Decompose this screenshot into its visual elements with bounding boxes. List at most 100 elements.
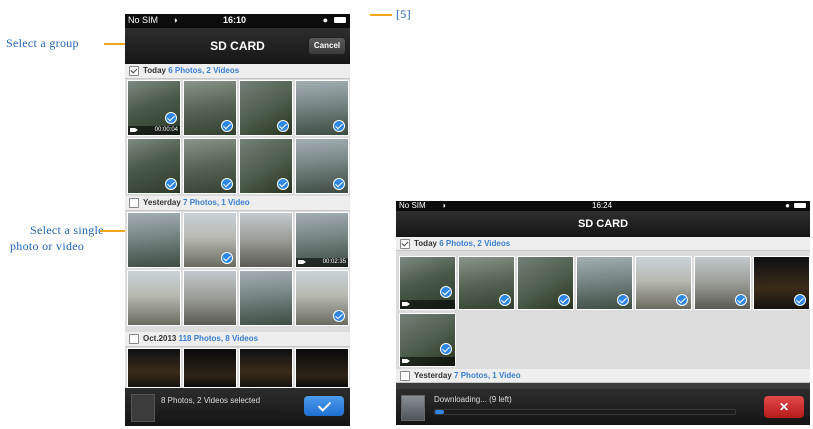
page-title: SD CARD: [577, 218, 629, 230]
section-header-today[interactable]: Today 6 Photos, 2 Videos: [125, 64, 350, 79]
checkmark-icon: [333, 310, 345, 322]
lock-icon: ●: [322, 15, 328, 25]
photo-thumbnail[interactable]: [127, 270, 181, 326]
checkmark-icon: [676, 294, 688, 306]
photo-thumbnail[interactable]: [183, 80, 237, 136]
confirm-button[interactable]: [304, 396, 344, 416]
checkmark-icon: [277, 120, 289, 132]
checkmark-icon: [221, 120, 233, 132]
photo-thumbnail[interactable]: [183, 348, 237, 388]
checkmark-icon: [221, 178, 233, 190]
status-bar: No SIM ◗ 16:10 ●: [125, 14, 350, 28]
wifi-icon: ◗: [442, 201, 447, 210]
photo-thumbnail[interactable]: [239, 138, 293, 194]
section-header-yesterday[interactable]: Yesterday 7 Photos, 1 Video: [125, 196, 350, 211]
download-bar: Downloading... (9 left) ✕: [396, 389, 810, 425]
checkmark-icon: [221, 252, 233, 264]
photo-thumbnail[interactable]: 00:02:35: [295, 212, 349, 268]
photo-thumbnail[interactable]: [458, 256, 515, 310]
checkmark-icon: [277, 178, 289, 190]
section-checkbox[interactable]: [129, 66, 139, 76]
section-header-oct2013[interactable]: Oct.2013 118 Photos, 8 Videos: [125, 332, 350, 347]
photo-thumbnail[interactable]: 00:00:04: [127, 80, 181, 136]
video-info-bar: 00:00:04: [128, 126, 180, 135]
video-info-bar: [400, 357, 455, 366]
video-camera-icon: [402, 359, 410, 363]
selection-thumbnail: [131, 394, 155, 422]
section-checkbox[interactable]: [400, 239, 410, 249]
video-duration: 00:02:35: [322, 259, 346, 265]
checkmark-icon: [794, 294, 806, 306]
video-info-bar: [400, 300, 455, 309]
section-checkbox[interactable]: [400, 371, 410, 381]
video-duration: 00:00:04: [154, 127, 178, 133]
photo-thumbnail[interactable]: [635, 256, 692, 310]
photo-thumbnail[interactable]: [239, 348, 293, 388]
photo-thumbnail[interactable]: [295, 138, 349, 194]
phone-screen-left: No SIM ◗ 16:10 ● SD CARD Cancel Today 6 …: [125, 14, 350, 426]
downloading-text: Downloading... (9 left): [434, 395, 512, 404]
section-title: Today: [143, 66, 166, 75]
checkmark-icon: [333, 178, 345, 190]
carrier-label: No SIM: [399, 201, 426, 210]
selection-track: [161, 410, 281, 414]
section-checkbox[interactable]: [129, 198, 139, 208]
section-count: 7 Photos, 1 Video: [454, 371, 521, 380]
clock: 16:10: [223, 15, 247, 25]
annotation-select-single-1: Select a single: [30, 223, 104, 237]
photo-thumbnail[interactable]: [127, 212, 181, 268]
video-camera-icon: [298, 260, 306, 264]
photo-thumbnail[interactable]: [295, 80, 349, 136]
photo-thumbnail[interactable]: [753, 256, 810, 310]
checkmark-icon: [165, 178, 177, 190]
download-thumbnail: [401, 395, 425, 421]
video-camera-icon: [130, 128, 138, 132]
lock-icon: ●: [785, 201, 790, 210]
carrier-label: No SIM: [128, 15, 159, 25]
section-title: Yesterday: [414, 371, 452, 380]
checkmark-icon: [333, 120, 345, 132]
section-header-today[interactable]: Today 6 Photos, 2 Videos: [396, 237, 810, 251]
video-info-bar: 00:02:35: [296, 258, 348, 267]
photo-thumbnail[interactable]: [576, 256, 633, 310]
section-count: 6 Photos, 2 Videos: [168, 66, 240, 75]
photo-thumbnail[interactable]: [127, 138, 181, 194]
nav-bar: SD CARD: [396, 211, 810, 237]
photo-thumbnail[interactable]: [183, 270, 237, 326]
checkmark-icon: [165, 112, 177, 124]
clock: 16:24: [592, 201, 613, 210]
photo-thumbnail[interactable]: [127, 348, 181, 388]
download-progress-fill: [435, 410, 444, 414]
checkmark-icon: [499, 294, 511, 306]
checkmark-icon: [735, 294, 747, 306]
wifi-icon: ◗: [173, 15, 179, 25]
photo-thumbnail[interactable]: [694, 256, 751, 310]
photo-thumbnail[interactable]: [399, 256, 456, 310]
photo-thumbnail[interactable]: [295, 348, 349, 388]
section-title: Yesterday: [143, 198, 181, 207]
figure-tag: [5]: [396, 7, 411, 21]
battery-icon: [334, 17, 346, 23]
phone-screen-right: No SIM ◗ 16:24 ● SD CARD Today 6 Photos,…: [396, 201, 810, 425]
cancel-download-button[interactable]: ✕: [764, 396, 804, 418]
status-bar: No SIM ◗ 16:24 ●: [396, 201, 810, 211]
photo-thumbnail[interactable]: [399, 313, 456, 367]
section-count: 6 Photos, 2 Videos: [439, 239, 511, 248]
photo-thumbnail[interactable]: [239, 80, 293, 136]
photo-thumbnail[interactable]: [183, 212, 237, 268]
annotation-select-single-2: photo or video: [10, 239, 85, 253]
photo-thumbnail[interactable]: [239, 270, 293, 326]
photo-thumbnail[interactable]: [183, 138, 237, 194]
section-checkbox[interactable]: [129, 334, 139, 344]
checkmark-icon: [617, 294, 629, 306]
cancel-button[interactable]: Cancel: [308, 37, 346, 55]
photo-thumbnail[interactable]: [517, 256, 574, 310]
section-header-yesterday[interactable]: Yesterday 7 Photos, 1 Video: [396, 369, 810, 383]
battery-icon: [794, 203, 806, 208]
photo-thumbnail[interactable]: [239, 212, 293, 268]
annotation-select-group: Select a group: [6, 36, 79, 50]
checkmark-icon: [440, 343, 452, 355]
download-progress: [434, 409, 736, 415]
selection-bar: 8 Photos, 2 Videos selected: [125, 388, 350, 426]
photo-thumbnail[interactable]: [295, 270, 349, 326]
